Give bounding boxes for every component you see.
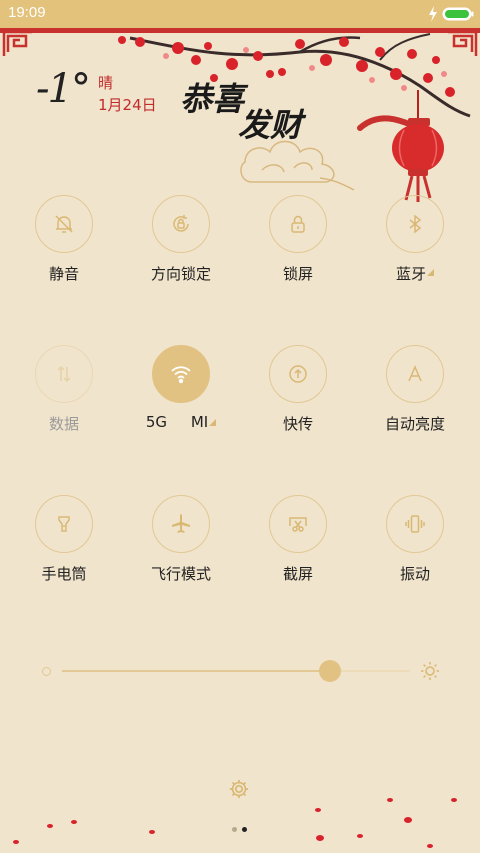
weather-condition: 晴 bbox=[98, 74, 114, 92]
toggle-screenshot[interactable]: 截屏 bbox=[243, 495, 353, 595]
wifi-icon bbox=[171, 366, 191, 384]
brightness-track[interactable] bbox=[340, 670, 410, 672]
toggle-flashlight[interactable]: 手电筒 bbox=[9, 495, 119, 595]
toggle-quick-transfer-button[interactable] bbox=[269, 345, 327, 403]
toggle-lock-screen[interactable]: 锁屏 bbox=[243, 195, 353, 295]
toggle-auto-brightness-label: 自动亮度 bbox=[384, 415, 445, 433]
toggle-bluetooth[interactable]: 蓝牙 bbox=[360, 195, 470, 295]
toggle-screenshot-button[interactable] bbox=[269, 495, 327, 553]
toggle-rotation-lock-button[interactable] bbox=[152, 195, 210, 253]
toggle-bluetooth-label: 蓝牙 bbox=[360, 263, 470, 284]
bluetooth-label-text: 蓝牙 bbox=[395, 265, 426, 283]
screenshot-icon bbox=[289, 517, 307, 532]
bluetooth-icon bbox=[409, 214, 422, 234]
toggle-flashlight-label: 手电筒 bbox=[41, 565, 87, 583]
toggle-wifi-label: 5G MI bbox=[126, 413, 236, 431]
toggle-mobile-data[interactable]: 数据 bbox=[9, 345, 119, 445]
weather-date: 1月24日 bbox=[98, 96, 157, 114]
battery-icon bbox=[442, 7, 474, 21]
toggle-silent[interactable]: 静音 bbox=[9, 195, 119, 295]
flashlight-icon bbox=[58, 516, 70, 532]
toggle-flashlight-button[interactable] bbox=[35, 495, 93, 553]
toggle-rotation-lock[interactable]: 方向锁定 bbox=[126, 195, 236, 295]
status-bar: 19:09 bbox=[0, 0, 480, 28]
more-options-indicator bbox=[209, 419, 217, 426]
toggle-mobile-data-label: 数据 bbox=[48, 415, 79, 433]
toggle-auto-brightness-button[interactable] bbox=[386, 345, 444, 403]
toggle-silent-label: 静音 bbox=[48, 265, 79, 283]
greeting-line-1: 恭喜 bbox=[180, 80, 245, 118]
toggle-airplane-mode-button[interactable] bbox=[152, 495, 210, 553]
toggle-quick-transfer-label: 快传 bbox=[282, 415, 313, 433]
toggle-screenshot-label: 截屏 bbox=[282, 565, 313, 583]
temperature: -1° bbox=[36, 66, 91, 112]
rotation-lock-icon bbox=[173, 215, 189, 232]
toggle-silent-button[interactable] bbox=[35, 195, 93, 253]
toggle-quick-transfer[interactable]: 快传 bbox=[243, 345, 353, 445]
toggle-mobile-data-button[interactable] bbox=[35, 345, 93, 403]
brightness-high-icon bbox=[421, 662, 439, 680]
toggle-airplane-mode[interactable]: 飞行模式 bbox=[126, 495, 236, 595]
data-arrows-icon bbox=[57, 365, 71, 383]
toggle-wifi-button[interactable] bbox=[152, 345, 210, 403]
greeting-line-2: 发财 bbox=[238, 106, 303, 144]
toggle-auto-brightness[interactable]: 自动亮度 bbox=[360, 345, 470, 445]
vibrate-icon bbox=[405, 515, 425, 533]
toggle-vibrate-label: 振动 bbox=[399, 565, 430, 583]
brightness-slider-thumb[interactable] bbox=[318, 660, 341, 682]
toggle-lock-screen-label: 锁屏 bbox=[282, 265, 313, 283]
charging-icon bbox=[429, 6, 437, 22]
toggle-lock-screen-button[interactable] bbox=[269, 195, 327, 253]
upload-icon bbox=[289, 365, 307, 383]
auto-brightness-icon bbox=[408, 365, 422, 382]
brightness-low-icon bbox=[42, 667, 51, 676]
status-time: 19:09 bbox=[8, 4, 46, 21]
airplane-icon bbox=[172, 514, 190, 533]
brightness-track-fill[interactable] bbox=[62, 670, 330, 672]
toggle-wifi[interactable]: 5G MI bbox=[126, 345, 236, 445]
lock-icon bbox=[291, 215, 305, 233]
more-options-indicator bbox=[427, 269, 434, 276]
toggle-bluetooth-button[interactable] bbox=[386, 195, 444, 253]
falling-petals-decoration bbox=[13, 798, 457, 848]
toggle-vibrate-button[interactable] bbox=[386, 495, 444, 553]
bell-off-icon bbox=[55, 215, 73, 233]
wifi-label-text: 5G MI bbox=[145, 413, 209, 431]
toggle-rotation-lock-label: 方向锁定 bbox=[150, 265, 211, 283]
toggle-vibrate[interactable]: 振动 bbox=[360, 495, 470, 595]
toggle-airplane-mode-label: 飞行模式 bbox=[150, 565, 211, 583]
